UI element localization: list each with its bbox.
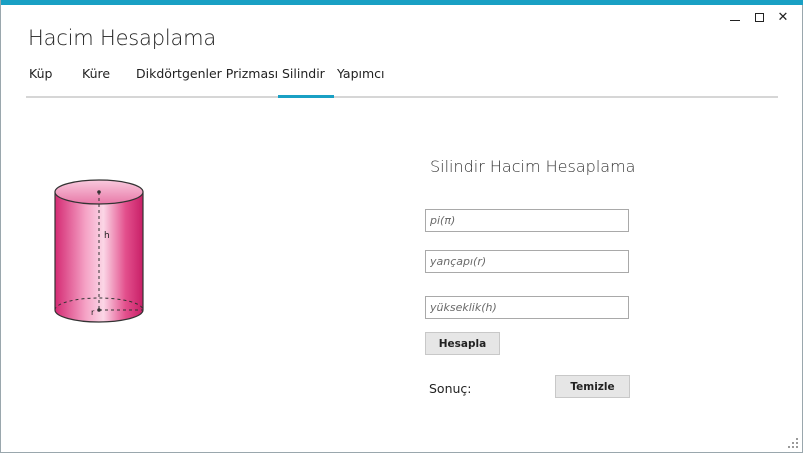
minimize-button[interactable]: [726, 9, 744, 25]
radius-input[interactable]: [425, 250, 629, 273]
maximize-icon: [754, 12, 764, 22]
maximize-button[interactable]: [750, 9, 768, 25]
close-icon: ✕: [777, 9, 789, 25]
active-tab-indicator: [278, 95, 334, 98]
calculate-button[interactable]: Hesapla: [425, 332, 500, 355]
form-title: Silindir Hacim Hesaplama: [430, 157, 636, 176]
cylinder-illustration: h r: [54, 179, 144, 323]
app-window: ✕ Hacim Hesaplama Küp Küre Dikdörtgenler…: [0, 0, 803, 453]
tab-yapimci[interactable]: Yapımcı: [337, 66, 385, 98]
minimize-icon: [730, 19, 740, 21]
window-accent-bar: [1, 0, 803, 5]
tab-silindir[interactable]: Silindir: [282, 66, 325, 98]
clear-button[interactable]: Temizle: [555, 375, 630, 398]
resize-grip-icon[interactable]: [788, 438, 798, 448]
height-input[interactable]: [425, 296, 629, 319]
height-label: h: [104, 231, 110, 241]
tab-dikdortgenler-prizmasi[interactable]: Dikdörtgenler Prizması: [136, 66, 278, 98]
result-label: Sonuç:: [429, 381, 472, 396]
tab-kure[interactable]: Küre: [82, 66, 110, 98]
close-button[interactable]: ✕: [774, 9, 792, 25]
tab-kup[interactable]: Küp: [29, 66, 52, 98]
app-title: Hacim Hesaplama: [28, 26, 217, 50]
tab-divider: [26, 96, 778, 98]
pi-input[interactable]: [425, 209, 629, 232]
